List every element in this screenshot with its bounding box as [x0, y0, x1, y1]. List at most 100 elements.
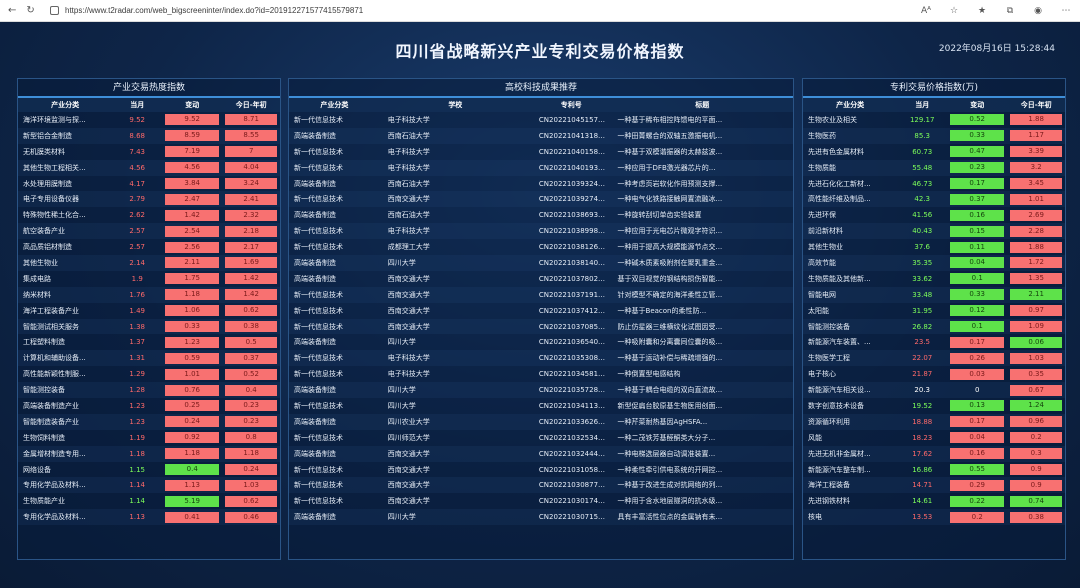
table-row[interactable]: 新能源汽车装置、... 23.5 0.17 0.06: [803, 334, 1065, 350]
table-row[interactable]: 高端装备制造 西南交通大学 CN202210324445.X 一种电梯选层器自动调准装…: [289, 445, 793, 462]
row-category: 高端装备制造: [294, 386, 336, 395]
read-aloud-icon[interactable]: Aᴬ: [920, 6, 932, 16]
profile-icon[interactable]: ◉: [1032, 6, 1044, 16]
table-row[interactable]: 水处理用膜制造 4.17 3.84 3.24: [18, 176, 280, 192]
table-row[interactable]: 新一代信息技术 电子科技大学 CN202210389984.1 一种应用于光电芯片微观…: [289, 223, 793, 240]
table-row[interactable]: 高端装备制造 西南石油大学 CN202210413184.9 一种田菁螺合的双轴五激振…: [289, 127, 793, 144]
row-category: 生物质能: [808, 163, 836, 172]
table-row[interactable]: 航空装备产业 2.57 2.54 2.18: [18, 223, 280, 240]
table-row[interactable]: 新一代信息技术 西南交通大学 CN202210371917.7 针对模型不确定的海洋柔…: [289, 286, 793, 303]
table-row[interactable]: 资源循环利用 18.88 0.17 0.96: [803, 413, 1065, 430]
table-row[interactable]: 前沿新材料 40.43 0.15 2.28: [803, 223, 1065, 240]
price-index-title: 专利交易价格指数(万): [803, 79, 1065, 98]
row-category: 高性能纤维及制品...: [808, 195, 871, 204]
table-row[interactable]: 无机膜类材料 7.43 7.19 7: [18, 144, 280, 160]
table-row[interactable]: 生物质能及其他新... 33.62 0.1 1.35: [803, 271, 1065, 287]
table-row[interactable]: 先进环保 41.56 0.16 2.69: [803, 207, 1065, 223]
table-row[interactable]: 特殊物性稀土化合... 2.62 1.42 2.32: [18, 207, 280, 223]
table-row[interactable]: 高端装备制造 西南石油大学 CN202210393249.8 一种考虑页岩软化作用预测…: [289, 176, 793, 192]
table-row[interactable]: 电子核心 21.87 0.03 0.35: [803, 366, 1065, 382]
table-row[interactable]: 高性能新颖性制服... 1.29 1.01 0.52: [18, 366, 280, 382]
row-change-cell: 1.01: [162, 366, 222, 382]
lock-icon[interactable]: [50, 6, 59, 15]
table-row[interactable]: 先进石化化工新材... 46.73 0.17 3.45: [803, 176, 1065, 192]
table-row[interactable]: 新一代信息技术 西南交通大学 CN202210310584.7 一种柔性牵引供电系统的…: [289, 462, 793, 478]
table-row[interactable]: 新一代信息技术 西南交通大学 CN202210301740.3 一种用于含水地层隧洞的…: [289, 493, 793, 509]
table-row[interactable]: 先进无机非金属材... 17.62 0.16 0.3: [803, 445, 1065, 462]
table-row[interactable]: 网络设备 1.15 0.4 0.24: [18, 462, 280, 478]
table-row[interactable]: 生物医学工程 22.07 0.26 1.03: [803, 350, 1065, 367]
table-row[interactable]: 新一代信息技术 电子科技大学 CN202210401938.9 一种应用于DFB激光器…: [289, 159, 793, 176]
table-row[interactable]: 高端装备制造 四川大学 CN202210307152.0 具有丰富活性位点的金属钠有未…: [289, 509, 793, 526]
table-row[interactable]: 数字创意技术设备 19.52 0.13 1.24: [803, 398, 1065, 414]
address-bar[interactable]: https://www.t2radar.com/web_bigscreenint…: [65, 6, 920, 15]
row-change-cell: 1.23: [162, 334, 222, 350]
table-row[interactable]: 生物饲料制造 1.19 0.92 0.8: [18, 430, 280, 446]
back-icon[interactable]: ←: [8, 5, 16, 16]
table-row[interactable]: 新一代信息技术 电子科技大学 CN202210401588.6 一种基于双模谐振器的太…: [289, 144, 793, 160]
table-row[interactable]: 高端装备制造 四川大学 CN202210381404.4 一种碱木质素吸附剂在聚乳重金…: [289, 255, 793, 271]
table-row[interactable]: 新一代信息技术 西南交通大学 CN202210374126.X 一种基于Beacon的…: [289, 303, 793, 319]
table-row[interactable]: 新一代信息技术 四川大学 CN202210341137.5 新型促扁台胶原基生物医用创…: [289, 398, 793, 414]
table-row[interactable]: 新型铝合金制造 8.68 8.59 8.55: [18, 127, 280, 144]
table-row[interactable]: 专用化学品及材料... 1.14 1.13 1.03: [18, 477, 280, 494]
refresh-icon[interactable]: ↻: [26, 5, 34, 16]
favorites-icon[interactable]: ★: [976, 6, 988, 16]
table-row[interactable]: 智能测试相关服务 1.38 0.33 0.38: [18, 318, 280, 335]
table-row[interactable]: 生物农业及相关 129.17 0.52 1.88: [803, 112, 1065, 128]
table-row[interactable]: 其他生物业 2.14 2.11 1.69: [18, 255, 280, 271]
table-row[interactable]: 计算机和辅助设备... 1.31 0.59 0.37: [18, 350, 280, 367]
table-row[interactable]: 新能源汽车整车制... 16.86 0.55 0.9: [803, 462, 1065, 478]
table-row[interactable]: 海洋环境监测与探... 9.52 9.52 8.71: [18, 112, 280, 128]
table-row[interactable]: 新一代信息技术 西南交通大学 CN202210308771.1 一种基于改进生成对抗网…: [289, 477, 793, 494]
table-row[interactable]: 高端装备制造 四川农业大学 CN202210336260.0 一种芹菜耐热基因AgHS…: [289, 413, 793, 430]
table-row[interactable]: 海洋工程装备产业 1.49 1.06 0.62: [18, 303, 280, 319]
table-row[interactable]: 太阳能 31.95 0.12 0.97: [803, 303, 1065, 319]
more-icon[interactable]: ⋯: [1060, 6, 1072, 16]
table-row[interactable]: 新一代信息技术 成都理工大学 CN202210381265.5 一种用于提高大规模能源…: [289, 239, 793, 255]
table-row[interactable]: 高效节能 35.35 0.04 1.72: [803, 255, 1065, 271]
table-row[interactable]: 新一代信息技术 西南交通大学 CN202210370852.4 防止仿星器三维横纹化试…: [289, 318, 793, 335]
table-row[interactable]: 新一代信息技术 四川师范大学 CN202210325345.9 一种二茂铁芳基醛酮类大…: [289, 430, 793, 446]
table-row[interactable]: 先进有色金属材料 60.73 0.47 3.39: [803, 144, 1065, 160]
table-row[interactable]: 风能 18.23 0.04 0.2: [803, 430, 1065, 446]
collections-icon[interactable]: ⧉: [1004, 6, 1016, 16]
table-row[interactable]: 其他生物业 37.6 0.11 1.88: [803, 239, 1065, 255]
table-row[interactable]: 新一代信息技术 西南交通大学 CN202210392746.6 一种电气化铁路接触网置…: [289, 191, 793, 208]
table-row[interactable]: 其他生物工程相关... 4.56 4.56 4.04: [18, 159, 280, 176]
table-row[interactable]: 高性能纤维及制品... 42.3 0.37 1.01: [803, 191, 1065, 208]
table-row[interactable]: 高品质铝材制造 2.57 2.56 2.17: [18, 239, 280, 255]
table-row[interactable]: 生物质能产业 1.14 5.19 0.62: [18, 493, 280, 509]
table-row[interactable]: 纳米材料 1.76 1.18 1.42: [18, 286, 280, 303]
table-row[interactable]: 新一代信息技术 电子科技大学 CN202210353089.4 一种基于运动补偿与稀疏…: [289, 350, 793, 367]
row-change-value: 2.47: [165, 193, 220, 205]
table-row[interactable]: 核电 13.53 0.2 0.38: [803, 509, 1065, 526]
table-row[interactable]: 电子专用设备仪器 2.79 2.47 2.41: [18, 191, 280, 208]
table-row[interactable]: 高端装备制造产业 1.23 0.25 0.23: [18, 398, 280, 414]
table-row[interactable]: 高端装备制造 四川大学 CN202210357285.9 一种基于耦合电缆的双向直流故…: [289, 382, 793, 399]
table-row[interactable]: 高端装备制造 西南交通大学 CN202210378027.9 基于双目视觉的钢结构损伤…: [289, 271, 793, 287]
table-row[interactable]: 金属增材制造专用... 1.18 1.18 1.18: [18, 445, 280, 462]
table-row[interactable]: 智能测控装备 1.28 0.76 0.4: [18, 382, 280, 399]
table-row[interactable]: 生物医药 85.3 0.33 1.17: [803, 127, 1065, 144]
table-row[interactable]: 生物质能 55.48 0.23 3.2: [803, 159, 1065, 176]
favorite-add-icon[interactable]: ☆: [948, 6, 960, 16]
table-row[interactable]: 工程塑料制造 1.37 1.23 0.5: [18, 334, 280, 350]
table-row[interactable]: 专用化学品及材料... 1.13 0.41 0.46: [18, 509, 280, 526]
row-category: 新一代信息技术: [294, 195, 343, 204]
table-row[interactable]: 先进钢铁材料 14.61 0.22 0.74: [803, 493, 1065, 509]
table-row[interactable]: 新一代信息技术 电子科技大学 CN202210345813.9 一种倒置型电感结构: [289, 366, 793, 382]
table-row[interactable]: 高端装备制造 西南石油大学 CN202210386937.1 一种旋转刮切单齿实验装置: [289, 207, 793, 223]
table-row[interactable]: 智能电网 33.48 0.33 2.11: [803, 286, 1065, 303]
table-row[interactable]: 新一代信息技术 电子科技大学 CN202210451574.5 一种基于稀布相控阵馈电…: [289, 112, 793, 128]
row-change-cell: 0.52: [947, 112, 1007, 128]
table-row[interactable]: 智能测控装备 26.82 0.1 1.09: [803, 318, 1065, 335]
row-ytd-value: 3.2: [1010, 162, 1062, 174]
table-row[interactable]: 智能制造装备产业 1.23 0.24 0.23: [18, 413, 280, 430]
table-row[interactable]: 海洋工程装备 14.71 0.29 0.9: [803, 477, 1065, 494]
table-row[interactable]: 集成电路 1.9 1.75 1.42: [18, 271, 280, 287]
row-ytd-cell: 0.38: [222, 319, 280, 335]
table-row[interactable]: 新能源汽车相关设... 20.3 0 0.67: [803, 382, 1065, 399]
table-row[interactable]: 高端装备制造 四川大学 CN202210365409.8 一种吸附囊和分离囊同位囊的吸…: [289, 334, 793, 350]
row-change-cell: 0.41: [162, 509, 222, 525]
